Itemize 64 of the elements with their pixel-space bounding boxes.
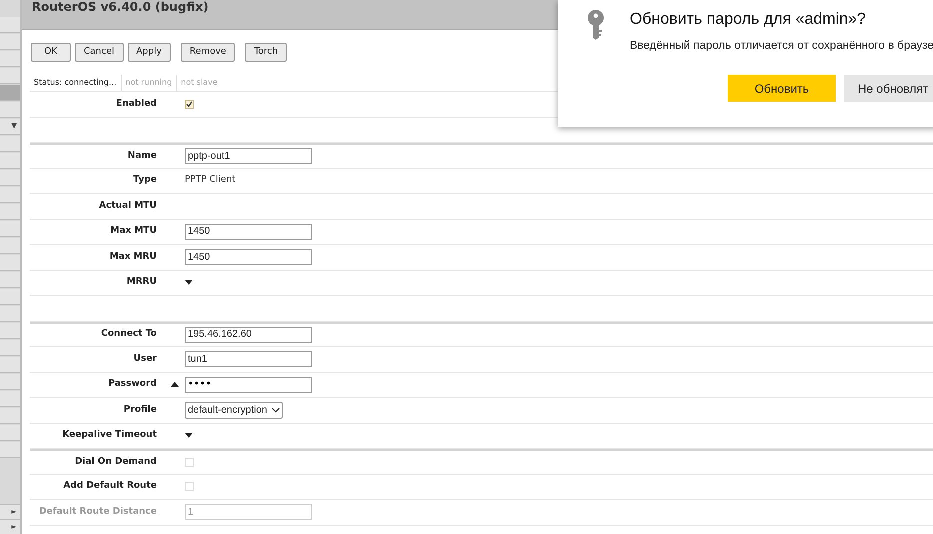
collapse-toggle[interactable] — [171, 382, 179, 388]
sidebar-item[interactable] — [0, 34, 20, 50]
field-label: Keepalive Timeout — [62, 429, 157, 442]
input-field[interactable]: tun1 — [185, 351, 312, 368]
field-label: Password — [107, 378, 157, 391]
popup-button[interactable]: Не обновлят — [844, 75, 933, 102]
sidebar-item[interactable] — [0, 272, 20, 288]
field-label: Max MTU — [110, 225, 157, 238]
toolbar-button[interactable]: OK — [31, 43, 71, 62]
field-label: User — [132, 352, 157, 366]
field-label: Max MRU — [108, 250, 157, 264]
sidebar-item[interactable] — [0, 391, 20, 407]
sidebar-item[interactable] — [0, 170, 20, 186]
toolbar-button[interactable]: Apply — [128, 43, 171, 62]
sidebar-item[interactable] — [0, 408, 20, 424]
sidebar-item[interactable] — [0, 51, 20, 67]
sidebar-item[interactable] — [0, 221, 20, 237]
profile-select[interactable]: default-encryption — [185, 402, 282, 419]
field-label: Profile — [122, 404, 157, 416]
window-title: RouterOS v6.40.0 (bugfix) — [32, 0, 209, 14]
sidebar-item[interactable] — [0, 255, 20, 271]
field-label: Enabled — [115, 98, 157, 110]
checkbox[interactable] — [185, 100, 194, 109]
sidebar-item[interactable] — [0, 85, 20, 101]
sidebar-item[interactable] — [0, 374, 20, 390]
toolbar-button[interactable]: Remove — [180, 43, 236, 62]
sidebar-item[interactable] — [0, 289, 20, 305]
field-label: Dial On Demand — [74, 456, 157, 468]
sidebar-item[interactable] — [0, 17, 20, 33]
key-icon — [587, 10, 605, 40]
sidebar-item[interactable] — [0, 153, 20, 169]
chevron-down-icon — [272, 408, 280, 413]
sidebar-item[interactable] — [0, 102, 20, 118]
sidebar-item[interactable] — [0, 204, 20, 220]
sidebar-item[interactable] — [0, 425, 20, 441]
password-field[interactable]: •••• — [185, 376, 312, 393]
sidebar-item[interactable] — [0, 187, 20, 203]
field-label: Add Default Route — [62, 480, 157, 493]
sidebar-item[interactable] — [0, 238, 20, 254]
field-label: Actual MTU — [98, 200, 157, 212]
expand-toggle[interactable] — [185, 280, 193, 286]
field-label: Type — [132, 174, 157, 187]
input-field[interactable]: pptp-out1 — [185, 148, 312, 164]
sidebar-item[interactable] — [0, 306, 20, 322]
input-field[interactable]: 195.46.162.60 — [185, 326, 312, 343]
toolbar-button[interactable]: Torch — [245, 43, 288, 62]
sidebar-item[interactable] — [0, 340, 20, 356]
sidebar-item[interactable] — [0, 136, 20, 152]
toolbar-button[interactable]: Cancel — [75, 43, 124, 62]
sidebar-item[interactable] — [0, 442, 20, 458]
popup-button[interactable]: Обновить — [728, 75, 836, 102]
field-label: Connect To — [100, 328, 157, 341]
input-field[interactable]: 1450 — [185, 224, 312, 240]
input-field[interactable]: 1450 — [185, 249, 312, 266]
field-label: MRRU — [126, 276, 157, 289]
sidebar-item[interactable] — [0, 357, 20, 373]
popup-title: Обновить пароль для «admin»? — [630, 10, 866, 30]
sidebar-item[interactable] — [0, 323, 20, 339]
field-label: Name — [126, 150, 157, 162]
field-value: PPTP Client — [185, 174, 236, 187]
status-cell: not running — [122, 75, 178, 91]
sidebar-item[interactable] — [0, 68, 20, 84]
field-label: Default Route Distance — [38, 506, 157, 518]
expand-toggle[interactable] — [185, 433, 193, 438]
